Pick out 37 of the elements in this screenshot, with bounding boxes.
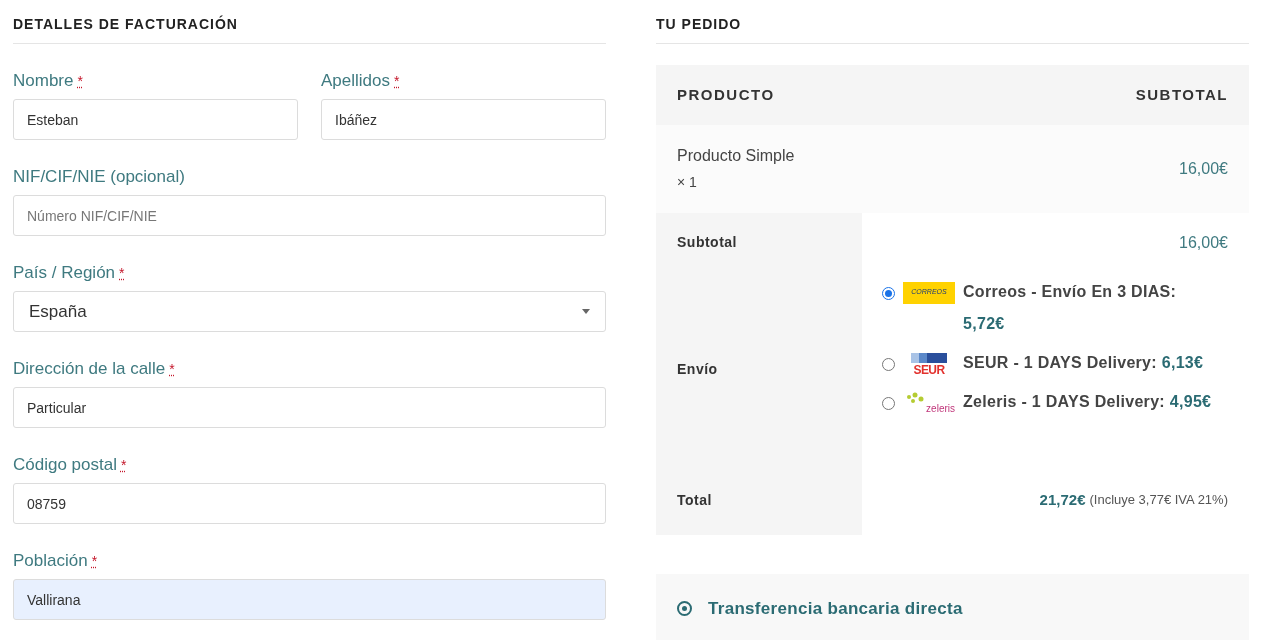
input-field[interactable]: Vallirana	[13, 579, 606, 620]
shipping-option-label: Correos - Envío En 3 DIAS: 5,72€	[963, 281, 1178, 334]
column-header: PRODUCTO	[677, 84, 775, 105]
shipping-option-label: SEUR - 1 DAYS Delivery: 6,13€	[963, 352, 1204, 373]
field-label: Apellidos *	[321, 70, 400, 93]
radio-icon	[677, 600, 692, 616]
courier-logo: zeleris	[903, 391, 955, 414]
input-field[interactable]: 08759	[13, 483, 606, 524]
row-label: Envío	[677, 359, 718, 379]
field-label: Código postal *	[13, 454, 127, 477]
courier-logo: SEUR	[903, 352, 955, 379]
radio-button[interactable]	[882, 357, 895, 371]
row-label: Total	[677, 490, 712, 510]
subtotal-value: 16,00€	[1179, 232, 1228, 253]
section-title: DETALLES DE FACTURACIÓN	[13, 14, 239, 34]
product-quantity: × 1	[677, 173, 698, 193]
input-field[interactable]: Esteban	[13, 99, 298, 140]
field-label: Dirección de la calle *	[13, 358, 175, 381]
total-value: 21,72€	[1039, 489, 1086, 510]
tax-note: (Incluye 3,77€ IVA 21%)	[1089, 491, 1228, 510]
column-header: SUBTOTAL	[1135, 84, 1228, 105]
shipping-option-label: Zeleris - 1 DAYS Delivery: 4,95€	[963, 391, 1212, 412]
product-name: Producto Simple	[677, 146, 795, 167]
radio-button[interactable]	[882, 396, 895, 410]
field-label: País / Región *	[13, 262, 125, 285]
input-field[interactable]: Número NIF/CIF/NIE	[13, 195, 606, 236]
caret-icon	[582, 309, 590, 314]
row-label: Subtotal	[677, 233, 737, 253]
radio-button[interactable]	[882, 286, 895, 300]
country-select[interactable]: España	[13, 291, 606, 332]
section-title: TU PEDIDO	[656, 15, 743, 34]
field-label: Nombre *	[13, 70, 83, 93]
product-price: 16,00€	[1179, 158, 1228, 179]
field-label: Población *	[13, 550, 98, 573]
field-label: NIF/CIF/NIE (opcional)	[13, 166, 185, 189]
input-field[interactable]: Ibáñez	[321, 99, 606, 140]
input-field[interactable]: Particular	[13, 387, 606, 428]
